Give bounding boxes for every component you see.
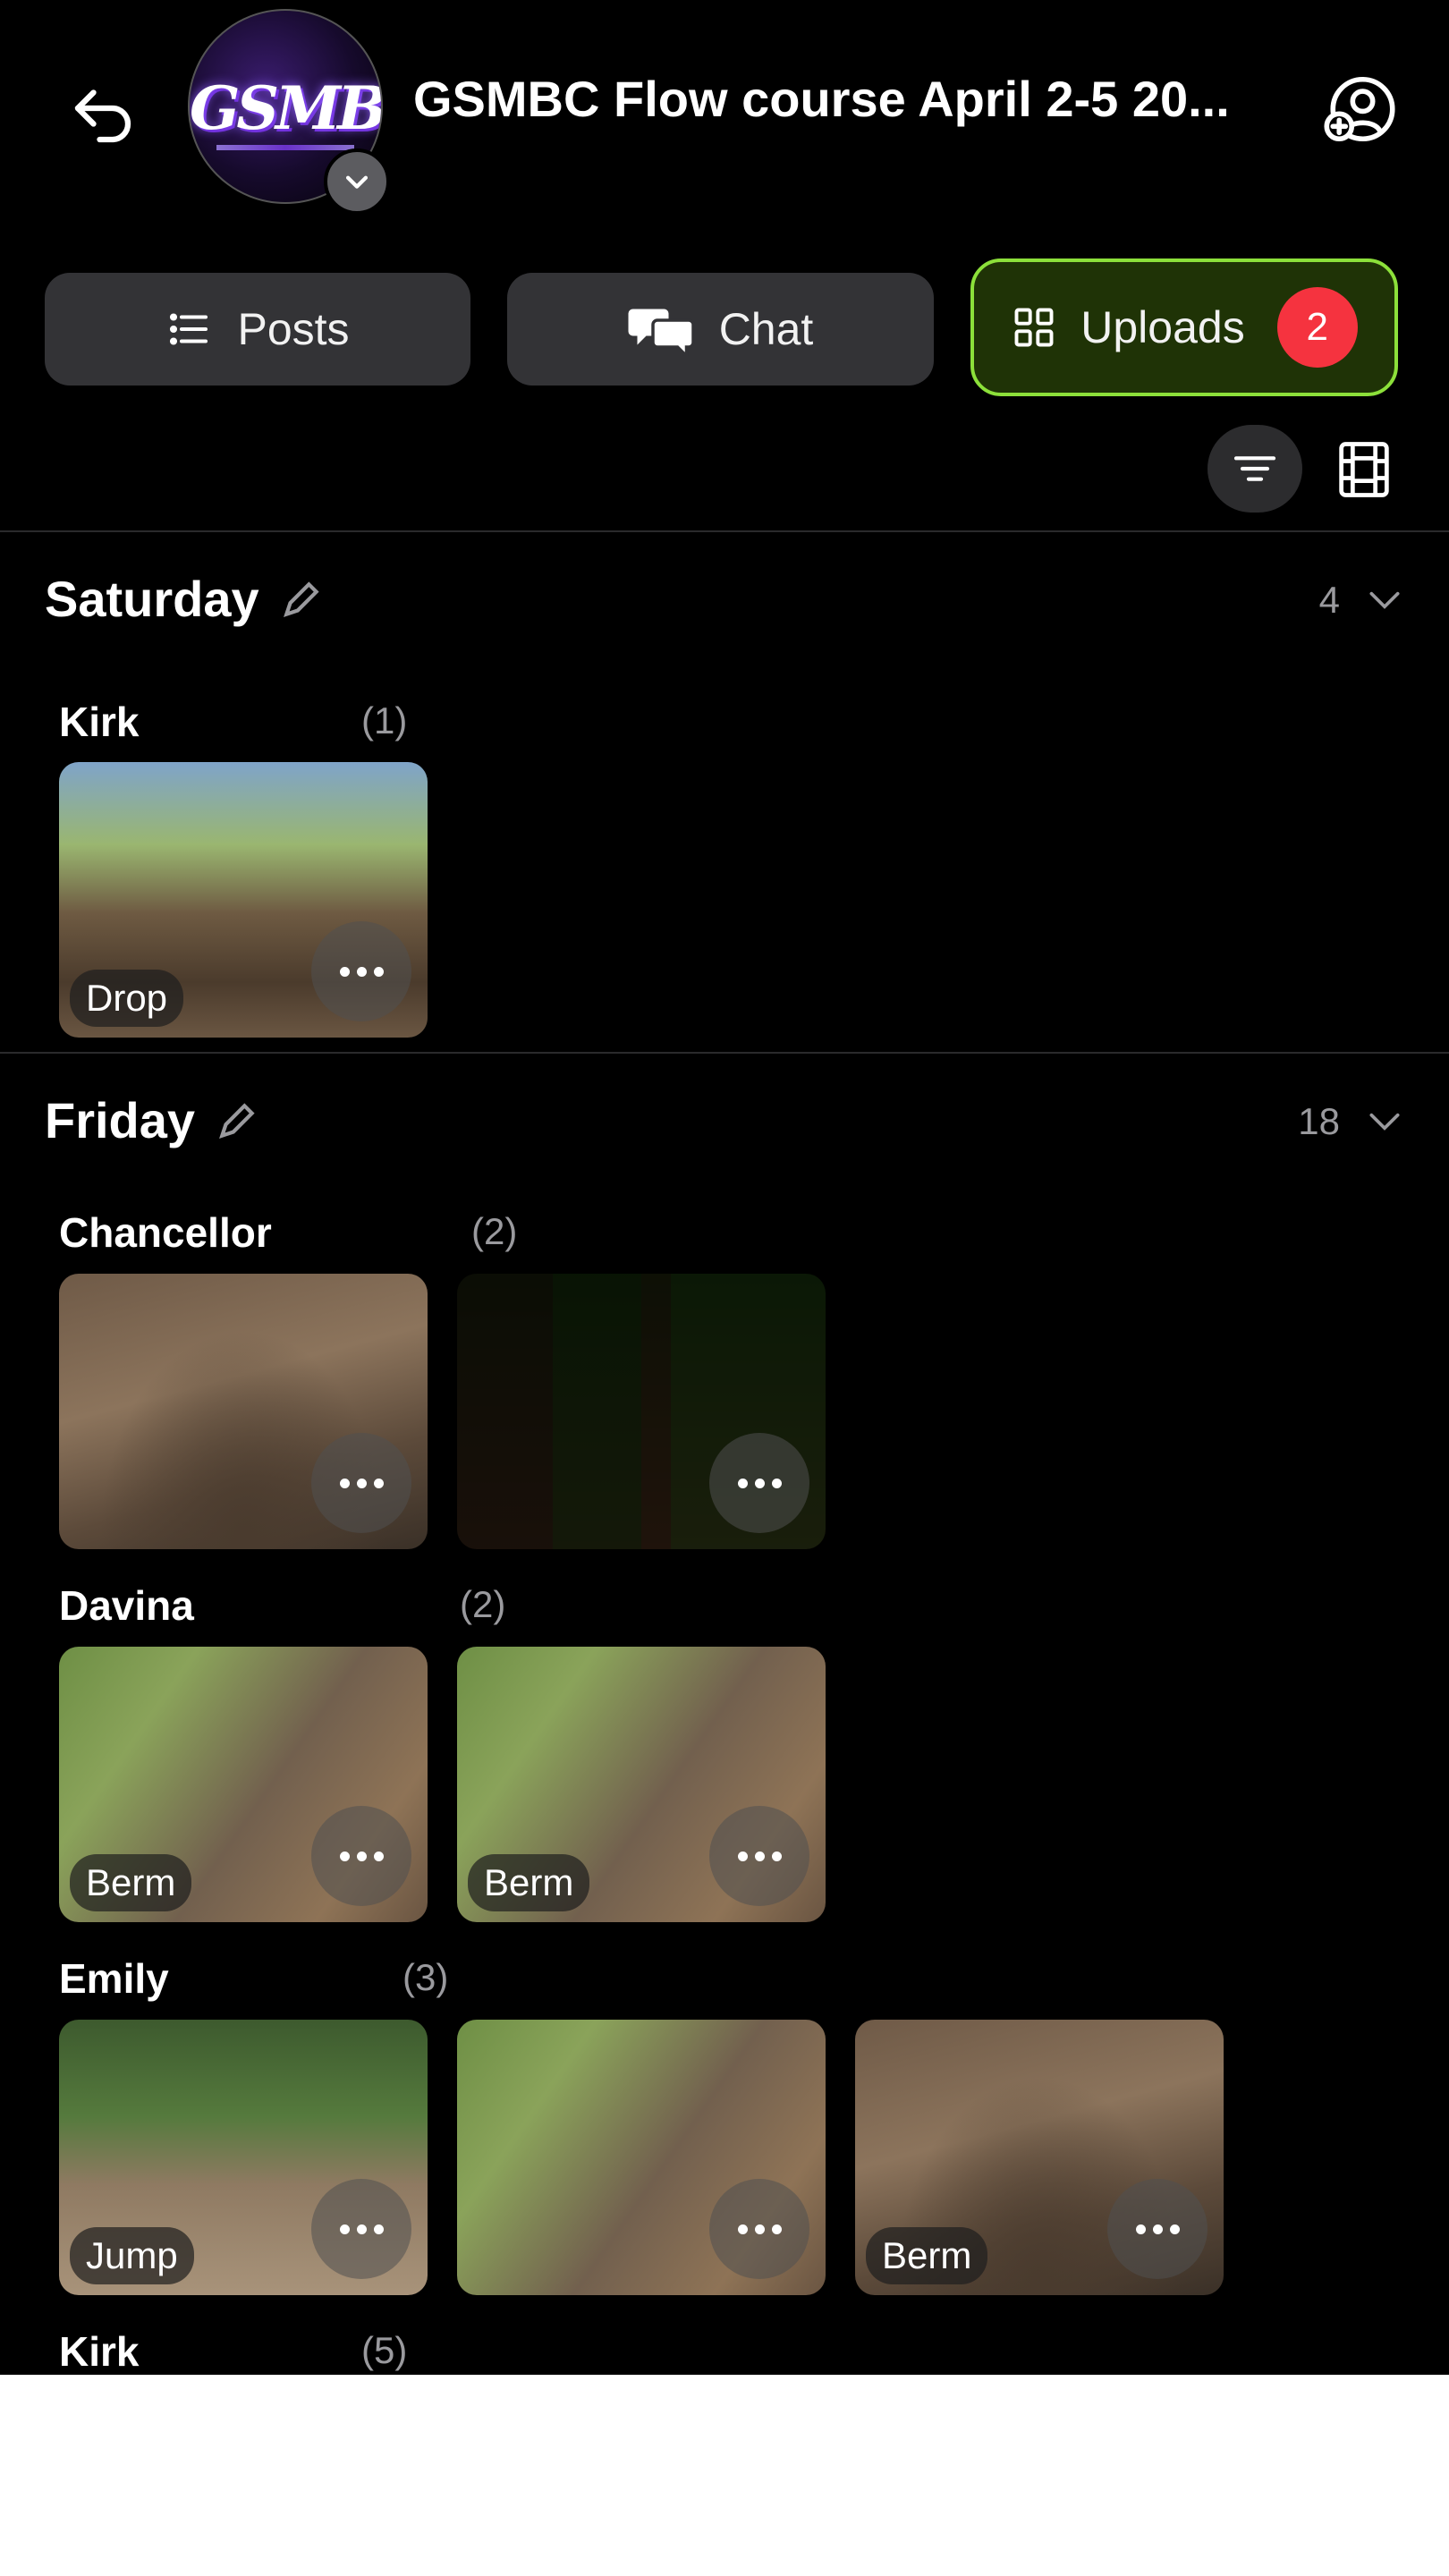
person-count: (3) xyxy=(402,1956,449,1998)
add-member-icon[interactable] xyxy=(1315,64,1404,154)
pencil-icon[interactable] xyxy=(215,1098,259,1143)
tab-chat[interactable]: Chat xyxy=(507,273,934,386)
page-title: GSMBC Flow course April 2-5 20... xyxy=(413,71,1230,127)
section-count-saturday[interactable]: 4 xyxy=(1319,579,1404,622)
more-dots-icon xyxy=(1135,2224,1180,2234)
tab-posts[interactable]: Posts xyxy=(45,273,470,386)
chevron-down-icon xyxy=(1369,591,1400,609)
section-count-friday[interactable]: 18 xyxy=(1298,1100,1404,1143)
more-options-button[interactable] xyxy=(311,921,411,1021)
person-count: (2) xyxy=(471,1210,518,1252)
list-icon xyxy=(170,313,208,345)
person-count: (2) xyxy=(460,1583,506,1625)
upload-tag: Berm xyxy=(866,2227,988,2284)
more-dots-icon xyxy=(737,1478,782,1488)
more-dots-icon xyxy=(339,1478,384,1488)
chat-bubbles-icon xyxy=(628,309,695,356)
film-strip-icon[interactable] xyxy=(1333,431,1395,508)
blank-area xyxy=(0,2375,1449,2576)
section-title-label: Friday xyxy=(45,1092,196,1148)
person-name: Davina xyxy=(59,1582,194,1629)
tab-uploads-label: Uploads xyxy=(1080,302,1245,352)
upload-thumbnail[interactable]: Jump xyxy=(59,2020,428,2295)
upload-thumbnail[interactable]: Berm xyxy=(59,1647,428,1922)
more-options-button[interactable] xyxy=(709,1806,809,1906)
upload-thumbnail[interactable] xyxy=(457,2020,826,2295)
person-count: (1) xyxy=(361,699,408,741)
person-name: Emily xyxy=(59,1955,169,2002)
filter-lines-icon xyxy=(1233,456,1276,481)
back-icon[interactable] xyxy=(49,61,157,168)
more-options-button[interactable] xyxy=(311,1433,411,1533)
upload-tag: Jump xyxy=(70,2227,194,2284)
more-options-button[interactable] xyxy=(709,2179,809,2279)
chevron-down-icon xyxy=(1369,1113,1400,1131)
person-name: Kirk xyxy=(59,699,140,745)
section-title-label: Saturday xyxy=(45,571,259,627)
section-title-saturday[interactable]: Saturday xyxy=(45,570,324,628)
more-options-button[interactable] xyxy=(1107,2179,1208,2279)
upload-tag: Berm xyxy=(70,1854,192,1911)
divider xyxy=(0,1052,1449,1054)
section-count-label: 18 xyxy=(1298,1100,1340,1142)
chevron-down-icon[interactable] xyxy=(324,148,390,215)
upload-thumbnail[interactable]: Berm xyxy=(457,1647,826,1922)
upload-thumbnail[interactable]: Berm xyxy=(855,2020,1224,2295)
upload-tag: Berm xyxy=(468,1854,590,1911)
person-name: Kirk xyxy=(59,2328,140,2375)
tab-posts-label: Posts xyxy=(237,304,350,354)
grid-icon xyxy=(1014,308,1054,347)
more-dots-icon xyxy=(339,1851,384,1861)
more-dots-icon xyxy=(737,1851,782,1861)
more-dots-icon xyxy=(339,966,384,977)
sort-filter-button[interactable] xyxy=(1208,425,1302,513)
group-logo-text: GSMBC xyxy=(190,73,383,143)
more-dots-icon xyxy=(737,2224,782,2234)
upload-thumbnail[interactable] xyxy=(59,1274,428,1549)
more-options-button[interactable] xyxy=(311,2179,411,2279)
logo-stripe xyxy=(216,145,354,150)
upload-thumbnail[interactable]: Drop xyxy=(59,762,428,1038)
pencil-icon[interactable] xyxy=(279,577,324,622)
more-options-button[interactable] xyxy=(709,1433,809,1533)
section-title-friday[interactable]: Friday xyxy=(45,1091,259,1149)
tab-chat-label: Chat xyxy=(718,304,814,354)
uploads-screen: GSMBC GSMBC Flow course April 2-5 20... … xyxy=(0,0,1449,2375)
divider xyxy=(0,530,1449,532)
upload-thumbnail[interactable] xyxy=(457,1274,826,1549)
person-count: (5) xyxy=(361,2329,408,2371)
more-dots-icon xyxy=(339,2224,384,2234)
more-options-button[interactable] xyxy=(311,1806,411,1906)
section-count-label: 4 xyxy=(1318,579,1340,621)
uploads-count-badge: 2 xyxy=(1276,287,1358,368)
upload-tag: Drop xyxy=(70,970,184,1027)
person-name: Chancellor xyxy=(59,1209,272,1256)
tab-uploads[interactable]: Uploads 2 xyxy=(970,258,1398,396)
